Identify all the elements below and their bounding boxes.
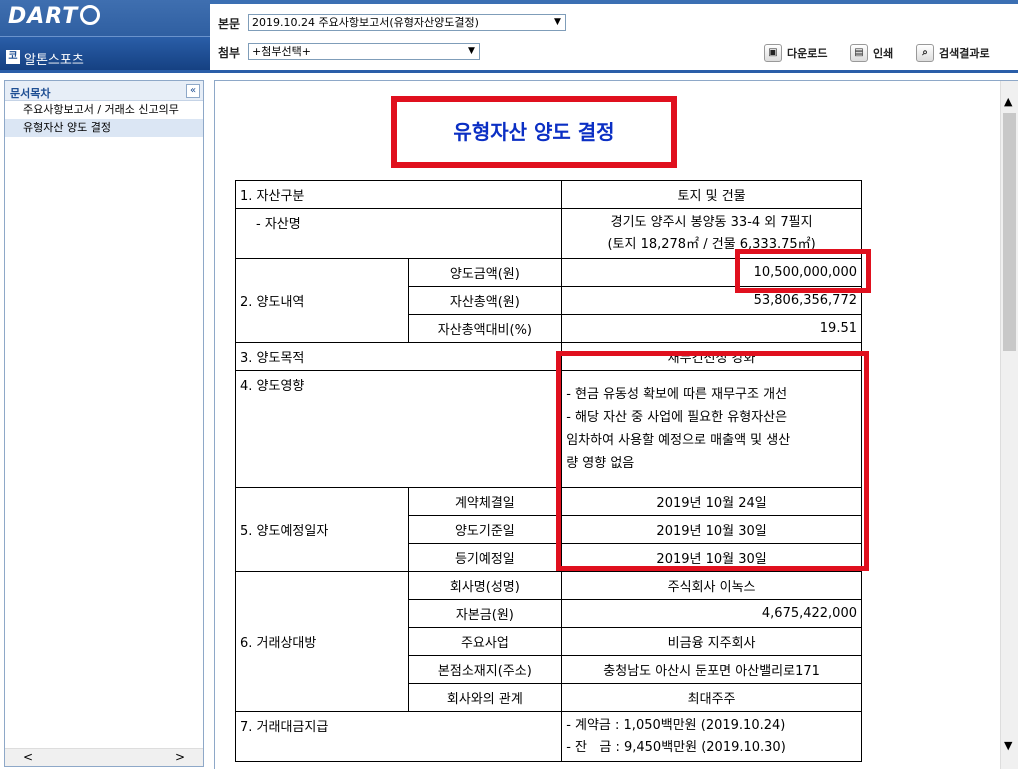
asset-name-cell: 경기도 양주시 봉양동 33-4 외 7필지 (토지 18,278㎡ / 건물 … xyxy=(561,208,862,259)
chevron-down-icon: ▼ xyxy=(464,44,479,59)
purpose-label: 3. 양도목적 xyxy=(234,342,563,371)
transfer-label: 2. 양도내역 xyxy=(235,258,409,343)
header-strip xyxy=(210,0,1018,4)
print-button[interactable]: ▤ 인쇄 xyxy=(850,43,893,63)
dart-logo[interactable]: DART xyxy=(8,4,101,29)
main-doc-label: 본문 xyxy=(218,17,241,31)
vertical-scrollbar[interactable]: ▲ ▼ xyxy=(1000,81,1018,769)
cp-business-value: 비금융 지주회사 xyxy=(561,627,862,656)
contract-date-label: 계약체결일 xyxy=(407,487,563,516)
toc-sidebar: 문서목차 « 주요사항보고서 / 거래소 신고의무 유형자산 양도 결정 < > xyxy=(4,80,204,767)
logo-circle-icon xyxy=(80,5,101,25)
cp-name-label: 회사명(성명) xyxy=(407,571,563,600)
attach-label: 첨부 xyxy=(218,46,241,60)
impact-line: 량 영향 없음 xyxy=(566,456,635,471)
base-date-value: 2019년 10월 30일 xyxy=(561,515,862,544)
header: DART 코 알톤스포츠 본문 2019.10.24 주요사항보고서(유형자산양… xyxy=(0,0,1018,73)
company-bar: 코 알톤스포츠 xyxy=(0,36,210,72)
cp-address-value: 충청남도 아산시 둔포면 아산밸리로171 xyxy=(561,655,862,684)
payment-label: 7. 거래대금지급 xyxy=(234,711,563,762)
table-row: 2. 양도내역 양도금액(원) 10,500,000,000 xyxy=(235,258,862,343)
company-icon: 코 xyxy=(6,50,20,64)
total-assets-label: 자산총액(원) xyxy=(407,286,563,315)
table-row: 7. 거래대금지급 - 계약금 : 1,050백만원 (2019.10.24) … xyxy=(234,711,862,762)
printer-icon: ▤ xyxy=(850,44,868,62)
asset-type-value: 토지 및 건물 xyxy=(561,180,862,209)
transfer-amount-value: 10,500,000,000 xyxy=(561,258,862,287)
toc-title: 문서목차 xyxy=(10,87,51,100)
toc-item-main-report[interactable]: 주요사항보고서 / 거래소 신고의무 xyxy=(5,101,203,119)
asset-name-label: - 자산명 xyxy=(234,208,563,259)
cp-capital-label: 자본금(원) xyxy=(407,599,563,628)
registration-date-label: 등기예정일 xyxy=(407,543,563,572)
scrollbar-thumb[interactable] xyxy=(1003,113,1016,351)
registration-date-value: 2019년 10월 30일 xyxy=(561,543,862,572)
attach-select-value: +첨부선택+ xyxy=(252,45,311,58)
impact-line: 임차하여 사용할 예정으로 매출액 및 생산 xyxy=(566,433,791,448)
contract-date-value: 2019년 10월 24일 xyxy=(561,487,862,516)
cp-address-label: 본점소재지(주소) xyxy=(407,655,563,684)
asset-name-line: (토지 18,278㎡ / 건물 6,333.75㎡) xyxy=(607,236,816,252)
table-row: 5. 양도예정일자 계약체결일 2019년 10월 24일 xyxy=(235,487,862,572)
table-row: - 자산명 경기도 양주시 봉양동 33-4 외 7필지 (토지 18,278㎡… xyxy=(234,208,862,259)
purpose-value: 재무건전성 강화 xyxy=(561,342,862,371)
ratio-label: 자산총액대비(%) xyxy=(407,314,563,343)
document-title: 유형자산 양도 결정 xyxy=(391,96,677,168)
collapse-icon[interactable]: « xyxy=(186,84,200,98)
cp-name-value: 주식회사 이녹스 xyxy=(561,571,862,600)
download-button[interactable]: ▣ 다운로드 xyxy=(764,43,827,63)
company-name: 알톤스포츠 xyxy=(24,53,84,68)
transfer-amount-label: 양도금액(원) xyxy=(407,258,563,287)
impact-label: 4. 양도영향 xyxy=(234,370,563,488)
download-label: 다운로드 xyxy=(787,47,828,60)
main-doc-select-value: 2019.10.24 주요사항보고서(유형자산양도결정) xyxy=(252,16,479,29)
header-divider xyxy=(0,70,1018,73)
table-row: 4. 양도영향 - 현금 유동성 확보에 따른 재무구조 개선 - 해당 자산 … xyxy=(234,370,862,488)
table-row: 3. 양도목적 재무건전성 강화 xyxy=(234,342,862,371)
attach-select[interactable]: +첨부선택+ ▼ xyxy=(248,43,480,60)
disclosure-table: 1. 자산구분 토지 및 건물 - 자산명 경기도 양주시 봉양동 33-4 외… xyxy=(234,180,862,762)
schedule-label: 5. 양도예정일자 xyxy=(235,487,409,572)
toc-header: 문서목차 « xyxy=(5,81,203,101)
payment-line: - 계약금 : 1,050백만원 (2019.10.24) xyxy=(566,717,786,733)
chevron-down-icon: ▼ xyxy=(550,15,565,30)
impact-cell: - 현금 유동성 확보에 따른 재무구조 개선 - 해당 자산 중 사업에 필요… xyxy=(561,370,862,488)
search-results-button[interactable]: ⌕ 검색결과로 xyxy=(916,43,990,63)
asset-name-line: 경기도 양주시 봉양동 33-4 외 7필지 xyxy=(610,214,813,230)
toc-item-asset-transfer[interactable]: 유형자산 양도 결정 xyxy=(5,119,203,137)
table-row: 6. 거래상대방 회사명(성명) 주식회사 이녹스 xyxy=(235,571,862,712)
print-label: 인쇄 xyxy=(873,47,894,60)
impact-line: - 현금 유동성 확보에 따른 재무구조 개선 xyxy=(566,387,788,402)
asset-type-label: 1. 자산구분 xyxy=(234,180,563,209)
cp-capital-value: 4,675,422,000 xyxy=(561,599,862,628)
cp-relation-value: 최대주주 xyxy=(561,683,862,712)
counterparty-label: 6. 거래상대방 xyxy=(235,571,409,712)
horizontal-scrollbar[interactable]: < > xyxy=(5,748,203,766)
cp-business-label: 주요사업 xyxy=(407,627,563,656)
table-row: 1. 자산구분 토지 및 건물 xyxy=(234,180,862,209)
main-doc-select[interactable]: 2019.10.24 주요사항보고서(유형자산양도결정) ▼ xyxy=(248,14,566,31)
impact-line: - 해당 자산 중 사업에 필요한 유형자산은 xyxy=(566,410,788,425)
total-assets-value: 53,806,356,772 xyxy=(561,286,862,315)
base-date-label: 양도기준일 xyxy=(407,515,563,544)
chevron-left-icon[interactable]: < xyxy=(23,750,33,764)
cp-relation-label: 회사와의 관계 xyxy=(407,683,563,712)
document-pane: 유형자산 양도 결정 1. 자산구분 토지 및 건물 - 자산명 경기도 양주시… xyxy=(214,80,1018,769)
chevron-right-icon[interactable]: > xyxy=(175,750,185,764)
payment-line: - 잔 금 : 9,450백만원 (2019.10.30) xyxy=(566,739,786,755)
logo-area: DART 코 알톤스포츠 xyxy=(0,0,210,72)
chevron-up-icon[interactable]: ▲ xyxy=(1004,95,1012,108)
search-results-label: 검색결과로 xyxy=(939,47,990,60)
chevron-down-icon[interactable]: ▼ xyxy=(1004,739,1012,752)
search-icon: ⌕ xyxy=(916,44,934,62)
payment-cell: - 계약금 : 1,050백만원 (2019.10.24) - 잔 금 : 9,… xyxy=(561,711,862,762)
save-icon: ▣ xyxy=(764,44,782,62)
ratio-value: 19.51 xyxy=(561,314,862,343)
